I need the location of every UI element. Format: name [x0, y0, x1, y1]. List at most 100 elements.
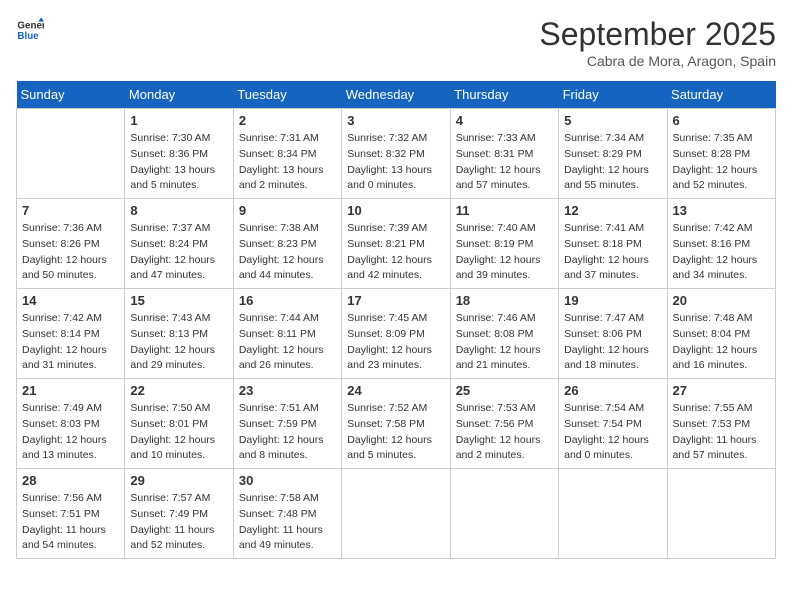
- header-day-thursday: Thursday: [450, 81, 558, 109]
- calendar-cell: 25Sunrise: 7:53 AM Sunset: 7:56 PM Dayli…: [450, 379, 558, 469]
- calendar-cell: 17 Sunrise: 7:45 AM Sunset: 8:09 PM Dayli…: [342, 289, 450, 379]
- title-block: September 2025 Cabra de Mora, Aragon, Sp…: [539, 16, 776, 69]
- day-info: Sunrise: 7:34 AM Sunset: 8:29 PM Dayligh…: [564, 131, 661, 194]
- calendar-cell: 10 Sunrise: 7:39 AM Sunset: 8:21 PM Dayli…: [342, 199, 450, 289]
- calendar-cell: 22 Sunrise: 7:50 AM Sunset: 8:01 PM Dayli…: [125, 379, 233, 469]
- calendar-cell: 21 Sunrise: 7:49 AM Sunset: 8:03 PM Dayli…: [17, 379, 125, 469]
- day-number: 4: [456, 113, 553, 128]
- day-number: 8: [130, 203, 227, 218]
- day-number: 2: [239, 113, 336, 128]
- calendar-header: SundayMondayTuesdayWednesdayThursdayFrid…: [17, 81, 776, 109]
- day-number: 16: [239, 293, 336, 308]
- day-number: 1: [130, 113, 227, 128]
- day-number: 19: [564, 293, 661, 308]
- week-row-5: 28 Sunrise: 7:56 AM Sunset: 7:51 PM Dayli…: [17, 469, 776, 559]
- calendar-cell: 4 Sunrise: 7:33 AM Sunset: 8:31 PM Daylig…: [450, 109, 558, 199]
- week-row-1: 1Sunrise: 7:30 AM Sunset: 8:36 PM Daylig…: [17, 109, 776, 199]
- svg-text:General: General: [17, 21, 44, 32]
- day-info: Sunrise: 7:32 AM Sunset: 8:32 PM Dayligh…: [347, 131, 444, 194]
- calendar-cell: 20 Sunrise: 7:48 AM Sunset: 8:04 PM Dayli…: [667, 289, 775, 379]
- day-info: Sunrise: 7:42 AM Sunset: 8:16 PM Dayligh…: [673, 221, 770, 284]
- day-number: 5: [564, 113, 661, 128]
- day-info: Sunrise: 7:49 AM Sunset: 8:03 PM Dayligh…: [22, 401, 119, 464]
- day-number: 18: [456, 293, 553, 308]
- calendar-cell: 14 Sunrise: 7:42 AM Sunset: 8:14 PM Dayli…: [17, 289, 125, 379]
- calendar-cell: [667, 469, 775, 559]
- header-day-saturday: Saturday: [667, 81, 775, 109]
- logo-icon: General Blue: [16, 16, 44, 44]
- page-header: General Blue September 2025 Cabra de Mor…: [16, 16, 776, 69]
- day-number: 3: [347, 113, 444, 128]
- day-info: Sunrise: 7:45 AM Sunset: 8:09 PM Dayligh…: [347, 311, 444, 374]
- day-info: Sunrise: 7:55 AM Sunset: 7:53 PM Dayligh…: [673, 401, 770, 464]
- calendar-cell: 18 Sunrise: 7:46 AM Sunset: 8:08 PM Dayli…: [450, 289, 558, 379]
- calendar-cell: 7Sunrise: 7:36 AM Sunset: 8:26 PM Daylig…: [17, 199, 125, 289]
- day-number: 7: [22, 203, 119, 218]
- day-info: Sunrise: 7:58 AM Sunset: 7:48 PM Dayligh…: [239, 491, 336, 554]
- calendar-cell: 26 Sunrise: 7:54 AM Sunset: 7:54 PM Dayli…: [559, 379, 667, 469]
- logo: General Blue: [16, 16, 44, 44]
- day-info: Sunrise: 7:33 AM Sunset: 8:31 PM Dayligh…: [456, 131, 553, 194]
- day-number: 6: [673, 113, 770, 128]
- calendar-cell: 28 Sunrise: 7:56 AM Sunset: 7:51 PM Dayli…: [17, 469, 125, 559]
- day-info: Sunrise: 7:42 AM Sunset: 8:14 PM Dayligh…: [22, 311, 119, 374]
- day-info: Sunrise: 7:44 AM Sunset: 8:11 PM Dayligh…: [239, 311, 336, 374]
- header-day-friday: Friday: [559, 81, 667, 109]
- calendar-cell: 13 Sunrise: 7:42 AM Sunset: 8:16 PM Dayli…: [667, 199, 775, 289]
- header-day-sunday: Sunday: [17, 81, 125, 109]
- calendar-cell: [342, 469, 450, 559]
- calendar-cell: 24Sunrise: 7:52 AM Sunset: 7:58 PM Dayli…: [342, 379, 450, 469]
- day-number: 14: [22, 293, 119, 308]
- week-row-4: 21 Sunrise: 7:49 AM Sunset: 8:03 PM Dayli…: [17, 379, 776, 469]
- day-info: Sunrise: 7:50 AM Sunset: 8:01 PM Dayligh…: [130, 401, 227, 464]
- calendar-cell: 3 Sunrise: 7:32 AM Sunset: 8:32 PM Daylig…: [342, 109, 450, 199]
- svg-text:Blue: Blue: [17, 31, 39, 42]
- day-info: Sunrise: 7:39 AM Sunset: 8:21 PM Dayligh…: [347, 221, 444, 284]
- day-info: Sunrise: 7:48 AM Sunset: 8:04 PM Dayligh…: [673, 311, 770, 374]
- week-row-3: 14 Sunrise: 7:42 AM Sunset: 8:14 PM Dayli…: [17, 289, 776, 379]
- calendar-cell: 12 Sunrise: 7:41 AM Sunset: 8:18 PM Dayli…: [559, 199, 667, 289]
- calendar-cell: 29Sunrise: 7:57 AM Sunset: 7:49 PM Dayli…: [125, 469, 233, 559]
- calendar-cell: 16 Sunrise: 7:44 AM Sunset: 8:11 PM Dayli…: [233, 289, 341, 379]
- day-number: 21: [22, 383, 119, 398]
- day-info: Sunrise: 7:35 AM Sunset: 8:28 PM Dayligh…: [673, 131, 770, 194]
- day-info: Sunrise: 7:54 AM Sunset: 7:54 PM Dayligh…: [564, 401, 661, 464]
- day-number: 10: [347, 203, 444, 218]
- calendar-cell: [559, 469, 667, 559]
- header-day-monday: Monday: [125, 81, 233, 109]
- day-number: 26: [564, 383, 661, 398]
- day-info: Sunrise: 7:56 AM Sunset: 7:51 PM Dayligh…: [22, 491, 119, 554]
- day-info: Sunrise: 7:38 AM Sunset: 8:23 PM Dayligh…: [239, 221, 336, 284]
- day-info: Sunrise: 7:40 AM Sunset: 8:19 PM Dayligh…: [456, 221, 553, 284]
- calendar-cell: 6 Sunrise: 7:35 AM Sunset: 8:28 PM Daylig…: [667, 109, 775, 199]
- day-info: Sunrise: 7:37 AM Sunset: 8:24 PM Dayligh…: [130, 221, 227, 284]
- day-number: 11: [456, 203, 553, 218]
- day-info: Sunrise: 7:46 AM Sunset: 8:08 PM Dayligh…: [456, 311, 553, 374]
- day-number: 12: [564, 203, 661, 218]
- day-number: 25: [456, 383, 553, 398]
- calendar-body: 1Sunrise: 7:30 AM Sunset: 8:36 PM Daylig…: [17, 109, 776, 559]
- calendar-cell: 27Sunrise: 7:55 AM Sunset: 7:53 PM Dayli…: [667, 379, 775, 469]
- location-subtitle: Cabra de Mora, Aragon, Spain: [539, 53, 776, 69]
- day-number: 17: [347, 293, 444, 308]
- calendar-cell: 9Sunrise: 7:38 AM Sunset: 8:23 PM Daylig…: [233, 199, 341, 289]
- day-info: Sunrise: 7:51 AM Sunset: 7:59 PM Dayligh…: [239, 401, 336, 464]
- day-info: Sunrise: 7:47 AM Sunset: 8:06 PM Dayligh…: [564, 311, 661, 374]
- calendar-cell: [17, 109, 125, 199]
- day-number: 23: [239, 383, 336, 398]
- day-number: 20: [673, 293, 770, 308]
- calendar-cell: 15Sunrise: 7:43 AM Sunset: 8:13 PM Dayli…: [125, 289, 233, 379]
- day-info: Sunrise: 7:57 AM Sunset: 7:49 PM Dayligh…: [130, 491, 227, 554]
- header-day-wednesday: Wednesday: [342, 81, 450, 109]
- calendar-cell: 8 Sunrise: 7:37 AM Sunset: 8:24 PM Daylig…: [125, 199, 233, 289]
- day-number: 22: [130, 383, 227, 398]
- day-number: 13: [673, 203, 770, 218]
- day-number: 28: [22, 473, 119, 488]
- day-info: Sunrise: 7:52 AM Sunset: 7:58 PM Dayligh…: [347, 401, 444, 464]
- day-info: Sunrise: 7:41 AM Sunset: 8:18 PM Dayligh…: [564, 221, 661, 284]
- calendar-cell: 1Sunrise: 7:30 AM Sunset: 8:36 PM Daylig…: [125, 109, 233, 199]
- day-info: Sunrise: 7:31 AM Sunset: 8:34 PM Dayligh…: [239, 131, 336, 194]
- calendar-cell: 30 Sunrise: 7:58 AM Sunset: 7:48 PM Dayli…: [233, 469, 341, 559]
- day-number: 30: [239, 473, 336, 488]
- calendar-table: SundayMondayTuesdayWednesdayThursdayFrid…: [16, 81, 776, 559]
